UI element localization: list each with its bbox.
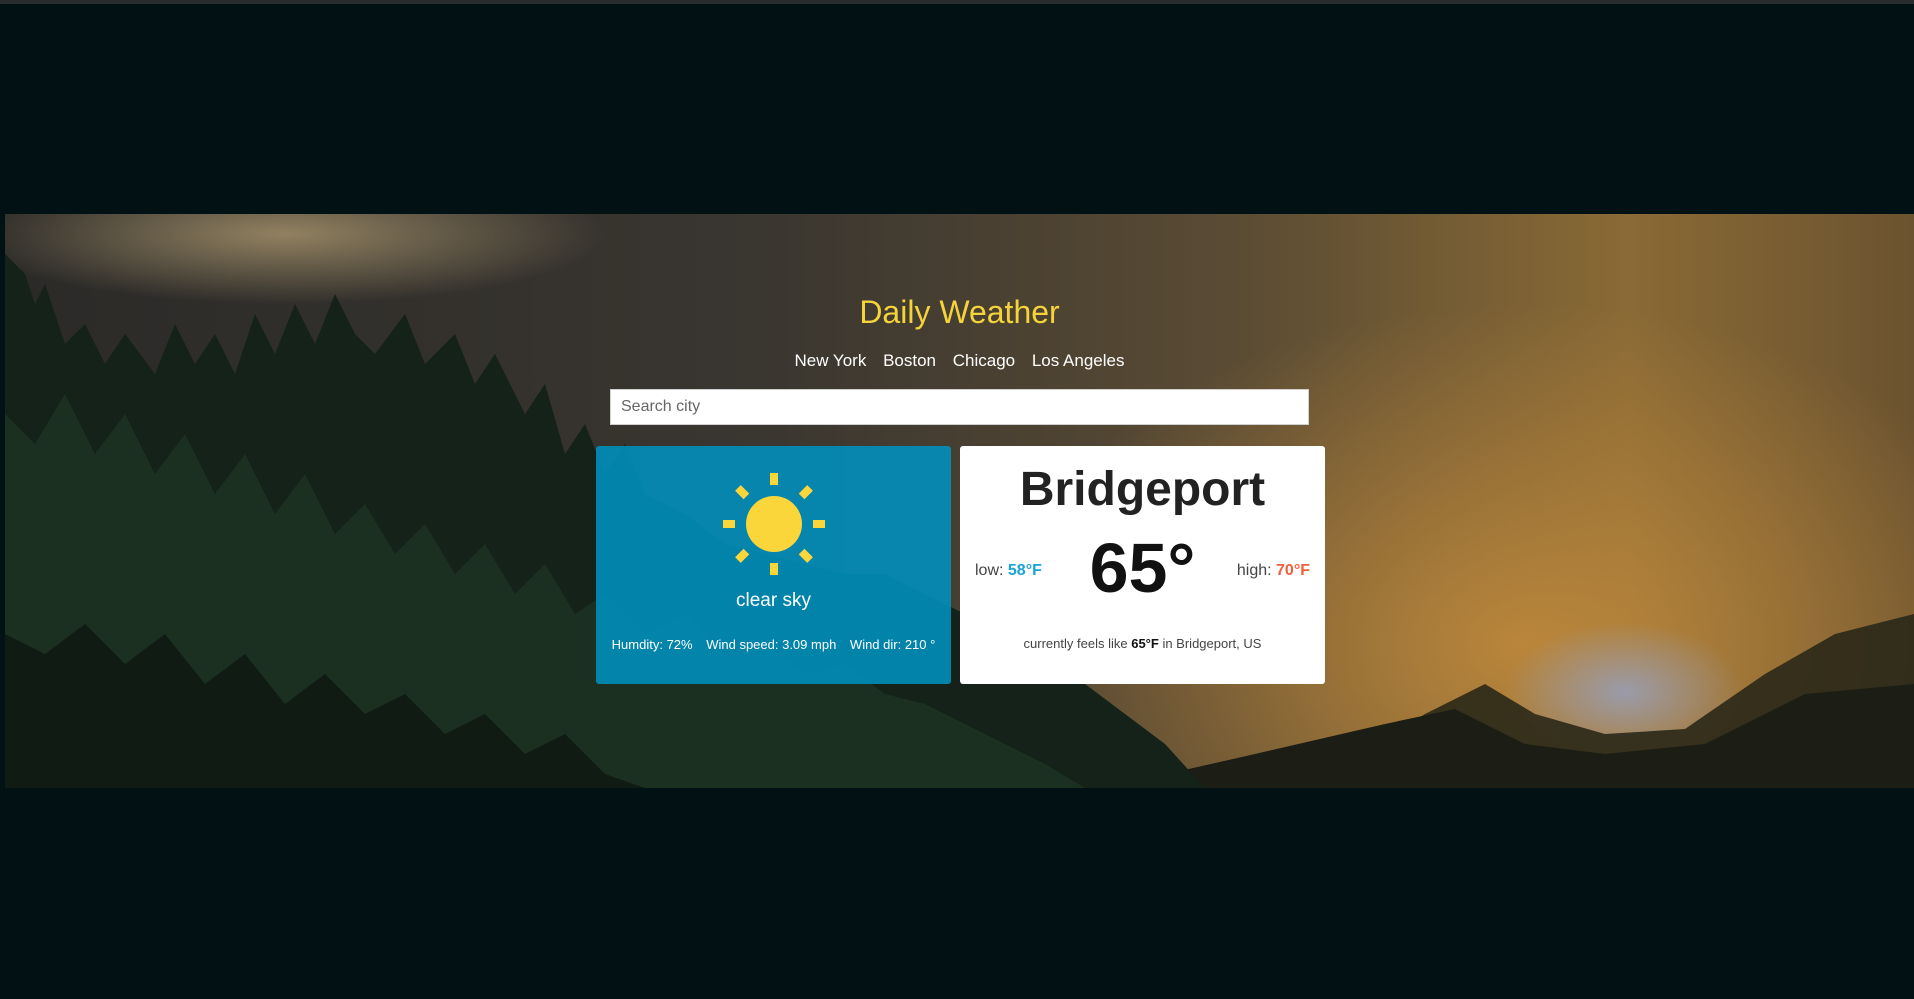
feels-prefix: currently feels like bbox=[1023, 636, 1128, 651]
feels-value: 65°F bbox=[1131, 636, 1159, 651]
feels-like-text: currently feels like 65°F in Bridgeport,… bbox=[960, 636, 1325, 651]
wind-direction-value: Wind dir: 210 ° bbox=[849, 637, 936, 652]
city-link-los-angeles[interactable]: Los Angeles bbox=[1032, 351, 1125, 370]
hero-background: Daily Weather New York Boston Chicago Lo… bbox=[5, 214, 1914, 788]
app-title: Daily Weather bbox=[859, 294, 1060, 330]
humidity-value: Humdity: 72% bbox=[611, 637, 693, 652]
sun-icon bbox=[723, 473, 825, 575]
window-top-border bbox=[0, 0, 1914, 4]
wind-speed-value: Wind speed: 3.09 mph bbox=[706, 637, 837, 652]
city-link-new-york[interactable]: New York bbox=[795, 351, 867, 370]
high-value: 70°F bbox=[1276, 562, 1310, 579]
city-name: Bridgeport bbox=[1019, 463, 1266, 516]
high-label: high: bbox=[1236, 562, 1272, 579]
city-link-chicago[interactable]: Chicago bbox=[953, 351, 1015, 370]
temperature-card: Bridgeport low: 58°F 65° high: 70°F curr… bbox=[960, 446, 1325, 684]
feels-suffix: in Bridgeport, US bbox=[1162, 636, 1262, 651]
weather-description: clear sky bbox=[736, 590, 811, 611]
weather-stats: Humdity: 72% Wind speed: 3.09 mph Wind d… bbox=[596, 637, 951, 652]
city-nav: New York Boston Chicago Los Angeles bbox=[5, 351, 1914, 371]
city-link-boston[interactable]: Boston bbox=[883, 351, 936, 370]
conditions-card: clear sky Humdity: 72% Wind speed: 3.09 … bbox=[596, 446, 951, 684]
search-city-input[interactable] bbox=[610, 389, 1309, 425]
high-temperature: high: 70°F bbox=[1237, 562, 1310, 580]
